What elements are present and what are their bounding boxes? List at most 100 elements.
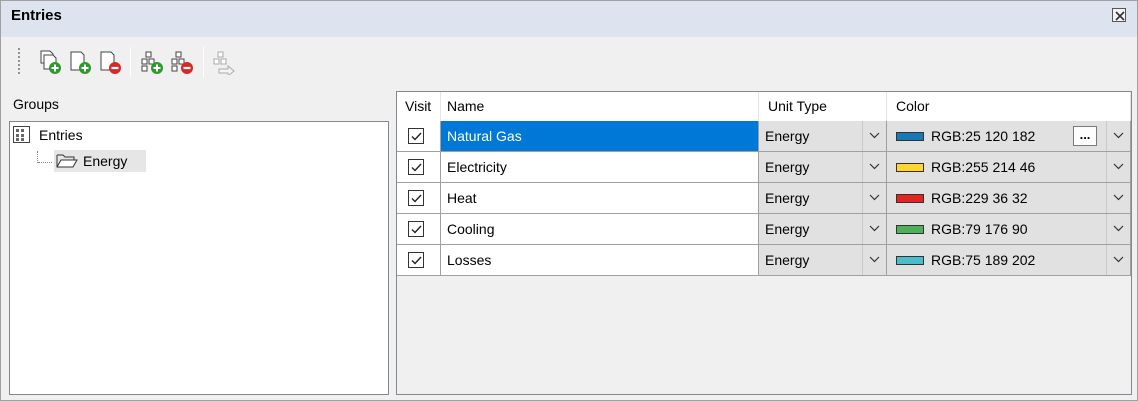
color-dropdown-button[interactable]: [1106, 121, 1130, 151]
name-cell[interactable]: Cooling: [441, 214, 759, 245]
check-icon: [411, 163, 422, 172]
unit-type-value: Energy: [765, 128, 810, 144]
color-combo[interactable]: RGB:75 189 202: [887, 245, 1131, 276]
entries-grid-icon: [13, 126, 30, 143]
color-dropdown-button[interactable]: [1106, 152, 1130, 182]
toolbar-separator: [203, 47, 204, 77]
color-value: RGB:25 120 182: [931, 128, 1036, 144]
entries-window: Entries Groups Entries Energy Visit Name…: [0, 0, 1138, 401]
column-header-color[interactable]: Color: [887, 92, 1131, 121]
move-to-group-button[interactable]: [211, 49, 237, 78]
table-row[interactable]: Heat Energy RGB:229 36 32: [397, 183, 1131, 214]
color-combo[interactable]: RGB:79 176 90: [887, 214, 1131, 245]
entries-grid[interactable]: Visit Name Unit Type Color Natural Gas E…: [396, 91, 1132, 395]
remove-entry-button[interactable]: [97, 49, 123, 75]
group-remove-icon: [171, 51, 193, 74]
tree-connector: [38, 162, 52, 163]
visible-cell: [397, 152, 441, 183]
unit-type-combo[interactable]: Energy: [759, 121, 887, 152]
unit-type-combo[interactable]: Energy: [759, 245, 887, 276]
doc-remove-icon: [100, 51, 121, 74]
chevron-down-icon: [1113, 163, 1124, 170]
check-icon: [411, 194, 422, 203]
unit-type-combo[interactable]: Energy: [759, 152, 887, 183]
title-bar: Entries: [1, 1, 1137, 37]
color-swatch: [896, 256, 924, 265]
visible-checkbox[interactable]: [408, 221, 424, 237]
visible-checkbox[interactable]: [408, 159, 424, 175]
chevron-down-icon: [869, 132, 880, 139]
color-dropdown-button[interactable]: [1106, 214, 1130, 244]
visible-cell: [397, 183, 441, 214]
tree-item-energy[interactable]: Energy: [54, 150, 146, 172]
close-icon: [1115, 11, 1125, 21]
grid-header: Visit Name Unit Type Color: [397, 92, 1131, 121]
chevron-down-icon: [1113, 225, 1124, 232]
name-cell[interactable]: Losses: [441, 245, 759, 276]
color-combo[interactable]: RGB:229 36 32: [887, 183, 1131, 214]
unit-type-dropdown-button[interactable]: [862, 183, 886, 213]
check-icon: [411, 132, 422, 141]
unit-type-dropdown-button[interactable]: [862, 214, 886, 244]
table-row[interactable]: Cooling Energy RGB:79 176 90: [397, 214, 1131, 245]
name-cell[interactable]: Heat: [441, 183, 759, 214]
visible-cell: [397, 121, 441, 152]
unit-type-dropdown-button[interactable]: [862, 121, 886, 151]
color-swatch: [896, 225, 924, 234]
tree-item-label: Energy: [83, 153, 128, 169]
groups-tree[interactable]: Entries Energy: [9, 121, 389, 395]
color-value: RGB:75 189 202: [931, 252, 1036, 268]
visible-checkbox[interactable]: [408, 190, 424, 206]
check-icon: [411, 225, 422, 234]
unit-type-dropdown-button[interactable]: [862, 152, 886, 182]
unit-type-value: Energy: [765, 252, 810, 268]
visible-checkbox[interactable]: [408, 252, 424, 268]
color-value: RGB:229 36 32: [931, 190, 1028, 206]
chevron-down-icon: [869, 256, 880, 263]
unit-type-value: Energy: [765, 190, 810, 206]
color-combo[interactable]: RGB:25 120 182 ...: [887, 121, 1131, 152]
add-entry-button[interactable]: [67, 49, 93, 75]
unit-type-value: Energy: [765, 221, 810, 237]
add-entry-copy-button[interactable]: [37, 49, 63, 75]
tree-item-label: Entries: [39, 127, 83, 143]
unit-type-dropdown-button[interactable]: [862, 245, 886, 275]
color-swatch: [896, 132, 924, 141]
column-header-name[interactable]: Name: [441, 92, 759, 121]
chevron-down-icon: [1113, 132, 1124, 139]
color-picker-button[interactable]: ...: [1073, 126, 1097, 146]
visible-checkbox[interactable]: [408, 128, 424, 144]
chevron-down-icon: [869, 163, 880, 170]
folder-open-icon: [56, 154, 78, 168]
groups-label: Groups: [13, 96, 59, 112]
color-dropdown-button[interactable]: [1106, 245, 1130, 275]
color-combo[interactable]: RGB:255 214 46: [887, 152, 1131, 183]
unit-type-combo[interactable]: Energy: [759, 214, 887, 245]
remove-group-button[interactable]: [169, 49, 195, 75]
chevron-down-icon: [869, 225, 880, 232]
table-row[interactable]: Natural Gas Energy RGB:25 120 182 ...: [397, 121, 1131, 152]
group-move-icon: [213, 51, 235, 78]
color-value: RGB:79 176 90: [931, 221, 1028, 237]
column-header-visible[interactable]: Visit: [397, 92, 441, 121]
color-swatch: [896, 194, 924, 203]
column-header-unit-type[interactable]: Unit Type: [759, 92, 887, 121]
table-row[interactable]: Electricity Energy RGB:255 214 46: [397, 152, 1131, 183]
doc-copy-add-icon: [40, 50, 61, 74]
table-row[interactable]: Losses Energy RGB:75 189 202: [397, 245, 1131, 276]
chevron-down-icon: [1113, 194, 1124, 201]
unit-type-combo[interactable]: Energy: [759, 183, 887, 214]
toolbar: [17, 43, 317, 81]
visible-cell: [397, 245, 441, 276]
unit-type-value: Energy: [765, 159, 810, 175]
toolbar-grip[interactable]: [17, 47, 21, 75]
name-cell[interactable]: Electricity: [441, 152, 759, 183]
add-group-button[interactable]: [139, 49, 165, 75]
color-value: RGB:255 214 46: [931, 159, 1036, 175]
visible-cell: [397, 214, 441, 245]
group-add-icon: [141, 51, 163, 74]
name-cell[interactable]: Natural Gas: [441, 121, 759, 152]
color-dropdown-button[interactable]: [1106, 183, 1130, 213]
close-button[interactable]: [1112, 8, 1126, 22]
chevron-down-icon: [869, 194, 880, 201]
